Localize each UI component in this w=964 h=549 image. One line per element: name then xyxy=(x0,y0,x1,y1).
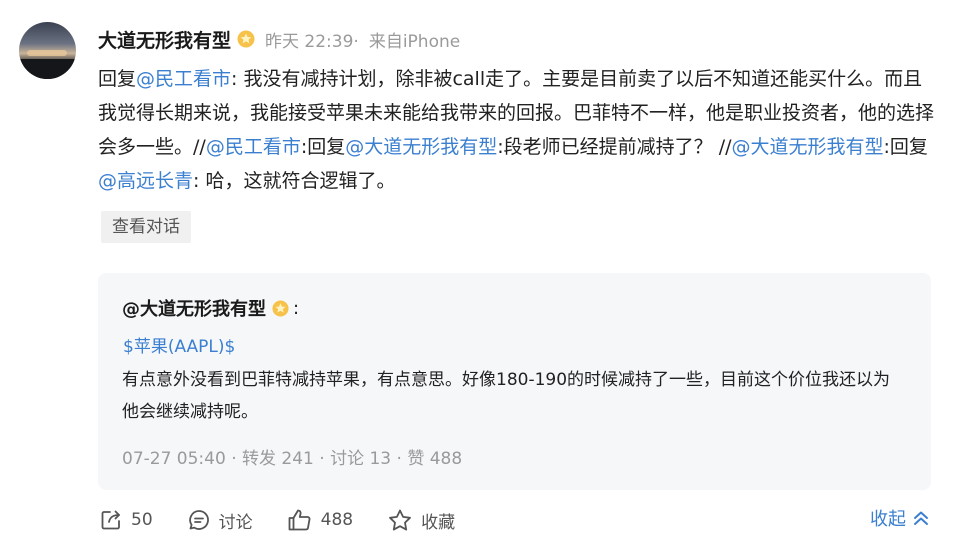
favorite-label: 收藏 xyxy=(421,512,456,533)
mention-link[interactable]: @大道无形我有型 xyxy=(732,136,884,158)
view-conversation-button[interactable]: 查看对话 xyxy=(101,211,191,243)
post-time[interactable]: 昨天 22:39· xyxy=(265,27,359,52)
verified-badge-icon xyxy=(237,30,255,48)
post-content: 回复@民工看市: 我没有减持计划，除非被call走了。主要是目前卖了以后不知道还… xyxy=(98,62,934,198)
comment-icon xyxy=(188,510,209,530)
post-text: : 哈，这就符合逻辑了。 xyxy=(193,170,396,192)
comment-button[interactable]: 讨论 xyxy=(187,508,253,533)
mention-link[interactable]: @民工看市 xyxy=(136,68,231,90)
post-text: 回复 xyxy=(98,68,137,90)
collapse-label: 收起 xyxy=(870,509,906,530)
favorite-button[interactable]: 收藏 xyxy=(387,508,455,533)
quoted-body: 有点意外没看到巴菲特减持苹果，有点意思。好像180-190的时候减持了一些，目前… xyxy=(122,370,891,422)
repost-count: 50 xyxy=(131,510,153,530)
star-icon xyxy=(389,509,411,530)
mention-link[interactable]: @高远长青 xyxy=(98,170,193,192)
post-text: :段老师已经提前减持了？ // xyxy=(497,136,732,158)
post-header: 大道无形我有型 昨天 22:39· 来自iPhone xyxy=(98,26,460,52)
verified-badge-icon xyxy=(272,299,289,317)
repost-icon xyxy=(101,510,120,530)
stock-tag-link[interactable]: $苹果(AAPL)$ xyxy=(123,332,235,357)
post-text: :回复 xyxy=(883,136,928,158)
collapse-button[interactable]: 收起 xyxy=(870,505,930,531)
quoted-author-colon: : xyxy=(293,297,300,319)
thumbs-up-icon xyxy=(288,509,311,531)
post-source: 来自iPhone xyxy=(368,31,461,52)
action-bar: 50 讨论 488 收藏 xyxy=(99,505,489,535)
mention-link[interactable]: @大道无形我有型 xyxy=(345,136,497,158)
quoted-post[interactable]: @大道无形我有型 : $苹果(AAPL)$ 有点意外没看到巴菲特减持苹果，有点意… xyxy=(98,273,931,490)
like-count: 488 xyxy=(320,510,354,530)
quoted-stats: 07-27 05:40 · 转发 241 · 讨论 13 · 赞 488 xyxy=(122,449,463,469)
like-button[interactable]: 488 xyxy=(287,508,353,532)
comment-label: 讨论 xyxy=(218,512,253,533)
double-chevron-up-icon xyxy=(914,511,928,525)
quoted-author-name[interactable]: @大道无形我有型 xyxy=(122,295,266,321)
repost-button[interactable]: 50 xyxy=(99,508,153,532)
quoted-author-row: @大道无形我有型 : xyxy=(122,295,299,321)
avatar[interactable] xyxy=(19,22,76,79)
author-name[interactable]: 大道无形我有型 xyxy=(98,26,231,53)
post-text: :回复 xyxy=(300,136,346,158)
mention-link[interactable]: @民工看市 xyxy=(206,136,301,158)
